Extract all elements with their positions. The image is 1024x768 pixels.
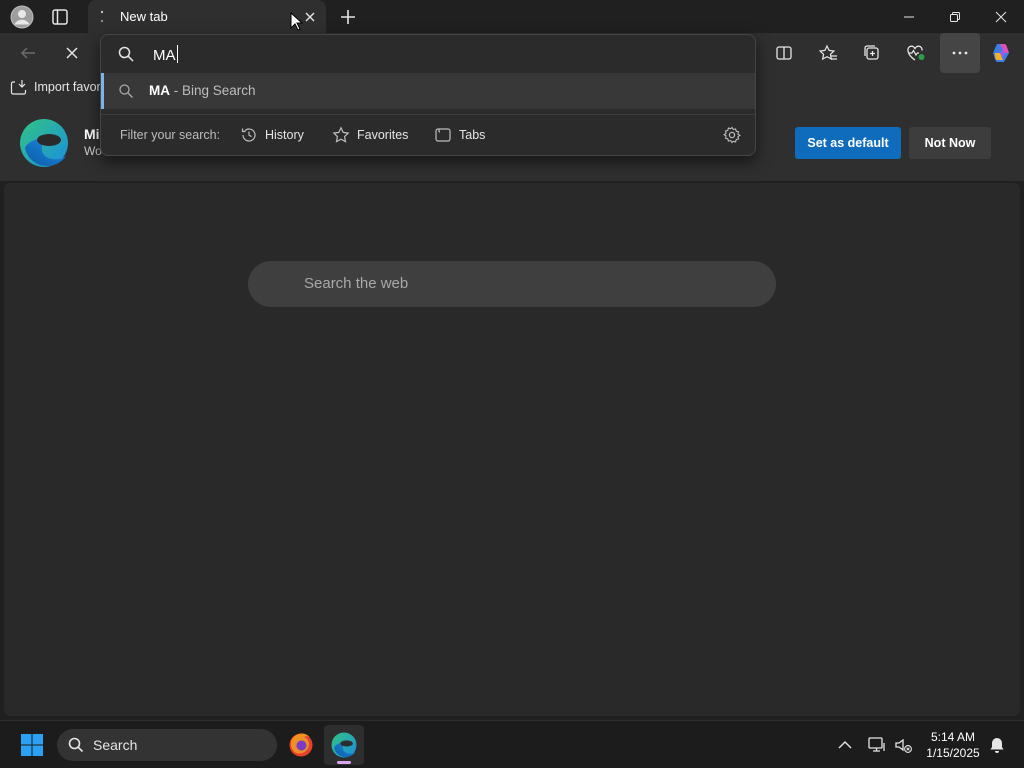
address-input-text: MA [153, 47, 176, 64]
restore-icon [950, 11, 960, 22]
tab-actions-icon[interactable] [50, 7, 70, 27]
settings-and-more-button[interactable] [940, 33, 980, 73]
filter-tabs-label: Tabs [459, 128, 486, 142]
heart-pulse-icon [907, 45, 925, 61]
import-favorites-link[interactable]: Import favor [10, 79, 101, 95]
notification-bell-icon[interactable] [988, 736, 1006, 754]
tabs-icon [435, 128, 451, 142]
back-arrow-icon [20, 47, 35, 59]
collections-icon [864, 45, 879, 60]
close-icon [66, 47, 78, 59]
edge-logo-icon [19, 118, 69, 168]
not-now-button[interactable]: Not Now [909, 127, 991, 159]
filter-favorites-label: Favorites [357, 128, 409, 142]
minimize-button[interactable] [886, 0, 932, 33]
search-icon [68, 737, 84, 753]
suggestion-source: - Bing Search [170, 83, 256, 98]
profile-avatar[interactable] [10, 5, 34, 29]
taskbar-search-box[interactable]: Search [57, 729, 277, 761]
mouse-cursor-icon [290, 12, 304, 32]
favorites-star-icon [818, 44, 837, 61]
new-tab-page: Search the web [4, 183, 1020, 716]
title-bar: New tab [0, 0, 1024, 33]
clock-date: 1/15/2025 [926, 746, 980, 760]
clock-time: 5:14 AM [930, 730, 976, 744]
history-icon [241, 128, 256, 142]
split-screen-icon [776, 46, 792, 60]
network-icon[interactable] [867, 735, 887, 755]
taskbar: Search 5:14 AM 1/15/2025 [0, 720, 1024, 768]
copilot-button[interactable] [982, 33, 1022, 73]
new-tab-button[interactable] [336, 5, 360, 29]
show-hidden-icons-chevron-up-icon[interactable] [836, 736, 854, 754]
split-screen-button[interactable] [764, 33, 804, 73]
taskbar-clock[interactable]: 5:14 AM 1/15/2025 [918, 729, 988, 761]
star-icon [332, 126, 350, 143]
taskbar-search-label: Search [93, 737, 138, 753]
search-icon [118, 83, 134, 99]
browser-essentials-button[interactable] [896, 33, 936, 73]
search-settings-gear-icon[interactable] [723, 126, 741, 144]
filter-history[interactable]: History [240, 123, 304, 147]
web-search-box[interactable]: Search the web [248, 261, 776, 307]
search-icon [117, 45, 135, 63]
address-bar-dropdown: MA MA - Bing Search Filter your search: … [100, 34, 756, 156]
collections-button[interactable] [852, 33, 892, 73]
filter-label: Filter your search: [120, 128, 221, 142]
tab-title: New tab [120, 9, 168, 24]
close-window-button[interactable] [978, 0, 1024, 33]
filter-history-label: History [265, 128, 304, 142]
more-dots-icon [952, 51, 968, 55]
suggestion-bing-search[interactable]: MA - Bing Search [101, 73, 755, 109]
filter-tabs[interactable]: Tabs [434, 123, 485, 147]
loading-spinner-icon [100, 9, 104, 25]
suggestion-query: MA [149, 83, 170, 98]
edge-taskbar-button[interactable] [324, 725, 364, 765]
suggestion-text: MA - Bing Search [149, 83, 256, 98]
favorites-button[interactable] [808, 33, 848, 73]
text-caret [176, 45, 178, 63]
filter-search-row: Filter your search: History Favorites Ta… [101, 115, 755, 155]
close-icon [995, 11, 1007, 22]
windows-start-icon[interactable] [20, 733, 44, 757]
volume-muted-icon[interactable] [893, 735, 913, 755]
banner-title: Mi [84, 126, 100, 142]
restore-button[interactable] [932, 0, 978, 33]
set-as-default-button[interactable]: Set as default [795, 127, 901, 159]
web-search-placeholder: Search the web [304, 275, 409, 292]
firefox-icon[interactable] [288, 732, 314, 758]
copilot-icon [993, 44, 1009, 62]
minimize-icon [904, 16, 914, 17]
edge-icon [331, 732, 357, 758]
active-app-indicator [337, 761, 351, 764]
import-icon [10, 80, 27, 95]
tab-close-icon[interactable] [302, 9, 318, 25]
plus-icon [341, 10, 355, 24]
address-input[interactable]: MA [153, 45, 178, 64]
back-button[interactable] [8, 33, 48, 73]
suggestion-selected-indicator [101, 73, 104, 109]
filter-favorites[interactable]: Favorites [332, 123, 408, 147]
stop-loading-button[interactable] [52, 33, 92, 73]
import-favorites-label: Import favor [34, 80, 101, 94]
